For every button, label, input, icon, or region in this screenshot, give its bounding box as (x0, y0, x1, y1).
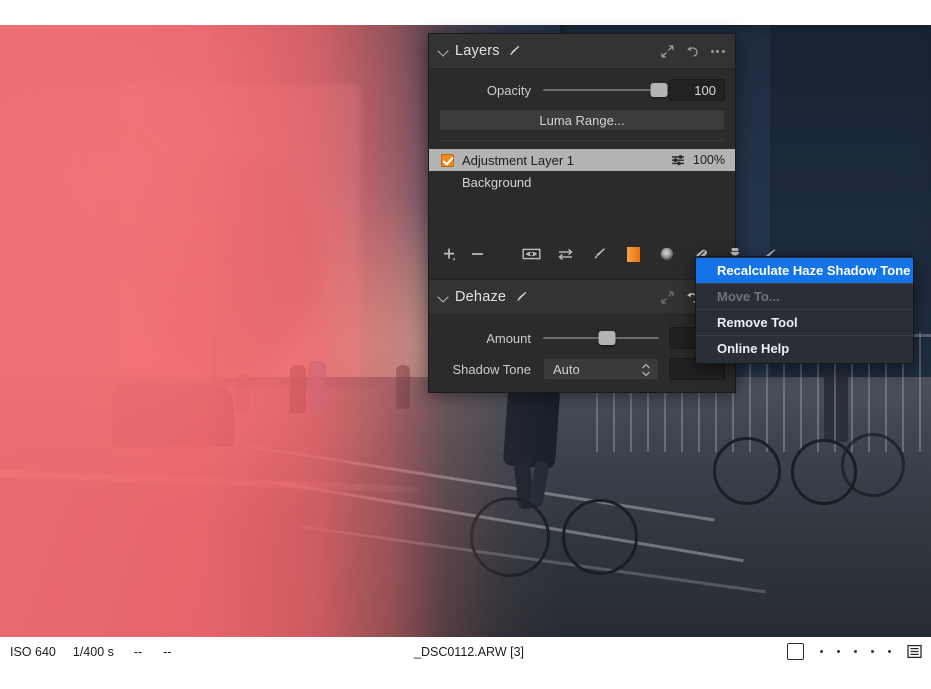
status-bar: ISO 640 1/400 s -- -- _DSC0112.ARW [3] (0, 637, 931, 689)
rating-dot[interactable] (854, 650, 857, 653)
rating-dot[interactable] (837, 650, 840, 653)
amount-label: Amount (486, 330, 531, 346)
context-menu-item-move-to: Move To... (696, 284, 913, 310)
rating-dot[interactable] (871, 650, 874, 653)
layer-list-empty-space (429, 193, 735, 239)
status-bar-rating-controls (787, 643, 922, 660)
layers-title: Layers (455, 43, 500, 59)
opacity-slider[interactable] (543, 81, 668, 99)
shadow-tone-select[interactable]: Auto (543, 358, 659, 380)
dehaze-title: Dehaze (455, 289, 507, 305)
photo-parked-car (112, 385, 234, 447)
dehaze-panel-body: Amount Shadow Tone Auto (429, 315, 735, 392)
minus-icon[interactable] (467, 244, 487, 264)
opacity-slider-handle[interactable] (650, 83, 668, 97)
shadow-tone-value: Auto (553, 362, 580, 377)
context-menu-item-recalculate[interactable]: Recalculate Haze Shadow Tone (696, 258, 913, 284)
dehaze-section-header[interactable]: Dehaze (429, 279, 735, 315)
context-menu-item-online-help[interactable]: Online Help (696, 336, 913, 361)
amount-slider[interactable] (543, 329, 659, 347)
eye-icon[interactable] (521, 244, 541, 264)
expand-arrows-icon[interactable] (660, 290, 675, 305)
photo-tree (30, 115, 180, 295)
brush-icon[interactable] (507, 44, 522, 59)
amount-row: Amount (439, 326, 725, 350)
photo-pedestrian (236, 373, 249, 413)
divider (439, 140, 725, 141)
sliders-icon[interactable] (670, 153, 685, 168)
context-menu: Recalculate Haze Shadow Tone Move To... … (695, 256, 914, 364)
layer-toolbar (429, 239, 775, 269)
layer-name: Background (462, 174, 532, 190)
status-aperture: -- (133, 645, 143, 659)
layer-visibility-checkbox[interactable] (441, 153, 454, 167)
opacity-row: Opacity 100 (439, 78, 725, 102)
layer-opacity-value: 100% (693, 153, 725, 167)
color-tag-square-icon[interactable] (787, 643, 804, 660)
status-filename: _DSC0112.ARW [3] (414, 645, 525, 659)
rating-dot[interactable] (820, 650, 823, 653)
layer-row-adjustment-layer-1[interactable]: Adjustment Layer 1 100% (429, 149, 735, 171)
photo-sun-glare (40, 387, 460, 637)
brush-icon[interactable] (589, 244, 609, 264)
radial-gradient-icon[interactable] (657, 244, 677, 264)
layers-section-header[interactable]: Layers (429, 34, 735, 69)
plus-icon[interactable] (439, 244, 459, 264)
chevron-down-icon[interactable] (437, 290, 451, 304)
rating-dot[interactable] (888, 650, 891, 653)
shadow-tone-row: Shadow Tone Auto (439, 357, 725, 381)
stepper-icon[interactable] (641, 362, 651, 378)
status-shutter: 1/400 s (72, 645, 114, 659)
layer-name: Adjustment Layer 1 (462, 152, 575, 168)
layer-row-background[interactable]: Background (429, 171, 735, 193)
photo-pedestrian (308, 361, 326, 415)
more-options-icon[interactable] (710, 44, 725, 59)
status-bar-exif: ISO 640 1/400 s -- -- (10, 645, 172, 659)
gradient-swatch-icon[interactable] (623, 244, 643, 264)
status-iso: ISO 640 (10, 645, 56, 659)
layer-list: Adjustment Layer 1 100% Background (429, 149, 735, 239)
chevron-down-icon[interactable] (437, 44, 451, 58)
application-window: Layers Opacity 100 Luma Range... Adjustm… (0, 0, 931, 689)
opacity-value-field[interactable]: 100 (669, 79, 725, 101)
shadow-tone-label: Shadow Tone (452, 361, 531, 377)
photo-parked-bicycles (713, 409, 905, 519)
amount-slider-handle[interactable] (598, 331, 616, 345)
opacity-label: Opacity (486, 82, 531, 98)
tools-panel: Layers Opacity 100 Luma Range... Adjustm… (428, 33, 775, 393)
photo-pedestrian (290, 365, 306, 413)
photo-pedestrian (396, 365, 410, 409)
brush-icon[interactable] (513, 290, 528, 305)
luma-range-button[interactable]: Luma Range... (439, 109, 725, 131)
list-view-icon[interactable] (907, 644, 922, 659)
context-menu-item-remove-tool[interactable]: Remove Tool (696, 310, 913, 336)
layers-panel-body: Opacity 100 Luma Range... Adjustment Lay… (429, 69, 775, 279)
rating-stars[interactable] (820, 650, 891, 653)
expand-arrows-icon[interactable] (660, 44, 675, 59)
reset-arrow-icon[interactable] (685, 44, 700, 59)
transfer-arrows-icon[interactable] (555, 244, 575, 264)
status-focal-length: -- (163, 645, 172, 659)
